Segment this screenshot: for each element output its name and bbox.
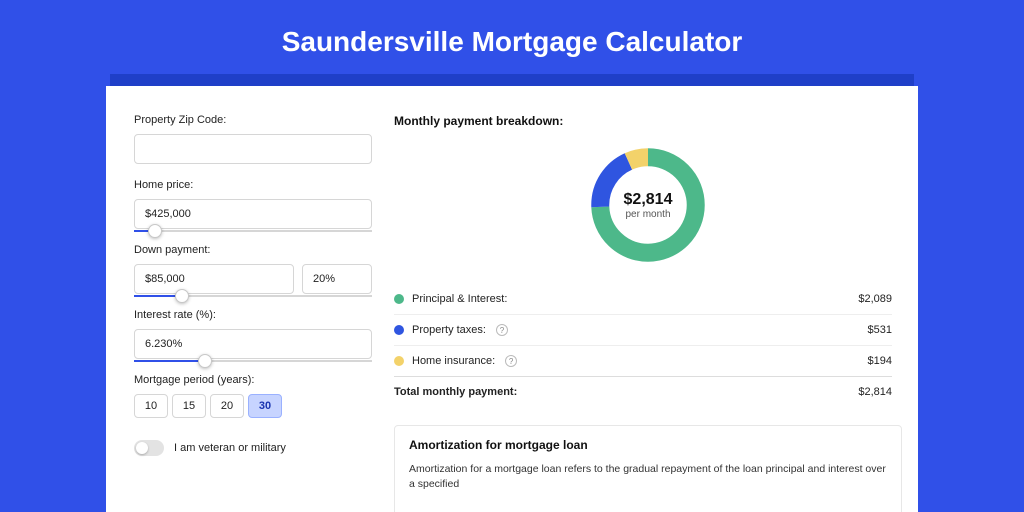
down-payment-slider-thumb[interactable] bbox=[175, 289, 189, 303]
dot-icon bbox=[394, 294, 404, 304]
breakdown-row-total: Total monthly payment: $2,814 bbox=[394, 376, 892, 407]
breakdown-row-label: Principal & Interest: bbox=[412, 293, 507, 305]
field-home-price: Home price: bbox=[134, 179, 372, 229]
interest-rate-slider[interactable] bbox=[134, 360, 372, 362]
down-payment-label: Down payment: bbox=[134, 244, 372, 256]
calculator-card: Property Zip Code: Home price: Down paym… bbox=[106, 86, 918, 512]
period-10-button[interactable]: 10 bbox=[134, 394, 168, 418]
breakdown-list: Principal & Interest: $2,089 Property ta… bbox=[394, 280, 902, 407]
breakdown-row-insurance: Home insurance: ? $194 bbox=[394, 345, 892, 376]
period-label: Mortgage period (years): bbox=[134, 374, 372, 386]
breakdown-row-value: $2,089 bbox=[858, 293, 892, 305]
interest-rate-label: Interest rate (%): bbox=[134, 309, 372, 321]
down-payment-pct-input[interactable] bbox=[302, 264, 372, 294]
veteran-label: I am veteran or military bbox=[174, 442, 286, 454]
info-icon[interactable]: ? bbox=[505, 355, 517, 367]
breakdown-row-label: Home insurance: bbox=[412, 355, 495, 367]
zip-label: Property Zip Code: bbox=[134, 114, 372, 126]
donut-area: $2,814 per month bbox=[394, 136, 902, 280]
breakdown-title: Monthly payment breakdown: bbox=[394, 114, 902, 128]
veteran-toggle-knob bbox=[136, 442, 148, 454]
amortization-body: Amortization for a mortgage loan refers … bbox=[409, 462, 887, 491]
home-price-input[interactable] bbox=[134, 199, 372, 229]
home-price-slider-thumb[interactable] bbox=[148, 224, 162, 238]
period-30-button[interactable]: 30 bbox=[248, 394, 282, 418]
veteran-toggle[interactable] bbox=[134, 440, 164, 456]
breakdown-total-value: $2,814 bbox=[858, 386, 892, 398]
interest-rate-input[interactable] bbox=[134, 329, 372, 359]
breakdown-column: Monthly payment breakdown: $2,814 per mo… bbox=[394, 114, 902, 512]
breakdown-row-principal: Principal & Interest: $2,089 bbox=[394, 284, 892, 314]
donut-sub: per month bbox=[625, 209, 670, 220]
info-icon[interactable]: ? bbox=[496, 324, 508, 336]
breakdown-row-taxes: Property taxes: ? $531 bbox=[394, 314, 892, 345]
field-zip: Property Zip Code: bbox=[134, 114, 372, 164]
interest-rate-slider-thumb[interactable] bbox=[198, 354, 212, 368]
form-column: Property Zip Code: Home price: Down paym… bbox=[134, 114, 372, 512]
card-shadow: Property Zip Code: Home price: Down paym… bbox=[110, 74, 914, 512]
breakdown-row-value: $194 bbox=[868, 355, 892, 367]
dot-icon bbox=[394, 325, 404, 335]
donut-center: $2,814 per month bbox=[609, 166, 687, 244]
breakdown-total-label: Total monthly payment: bbox=[394, 386, 517, 398]
donut-total: $2,814 bbox=[624, 191, 673, 209]
dot-icon bbox=[394, 356, 404, 366]
home-price-label: Home price: bbox=[134, 179, 372, 191]
field-interest-rate: Interest rate (%): bbox=[134, 309, 372, 359]
veteran-row: I am veteran or military bbox=[134, 440, 372, 456]
zip-input[interactable] bbox=[134, 134, 372, 164]
field-down-payment: Down payment: bbox=[134, 244, 372, 294]
period-20-button[interactable]: 20 bbox=[210, 394, 244, 418]
amortization-title: Amortization for mortgage loan bbox=[409, 438, 887, 452]
breakdown-row-label: Property taxes: bbox=[412, 324, 486, 336]
breakdown-row-value: $531 bbox=[868, 324, 892, 336]
down-payment-input[interactable] bbox=[134, 264, 294, 294]
donut-chart: $2,814 per month bbox=[585, 142, 711, 268]
period-options: 10 15 20 30 bbox=[134, 394, 372, 418]
down-payment-slider[interactable] bbox=[134, 295, 372, 297]
amortization-section: Amortization for mortgage loan Amortizat… bbox=[394, 425, 902, 512]
home-price-slider[interactable] bbox=[134, 230, 372, 232]
period-15-button[interactable]: 15 bbox=[172, 394, 206, 418]
page-title: Saundersville Mortgage Calculator bbox=[0, 0, 1024, 74]
field-period: Mortgage period (years): 10 15 20 30 bbox=[134, 374, 372, 418]
